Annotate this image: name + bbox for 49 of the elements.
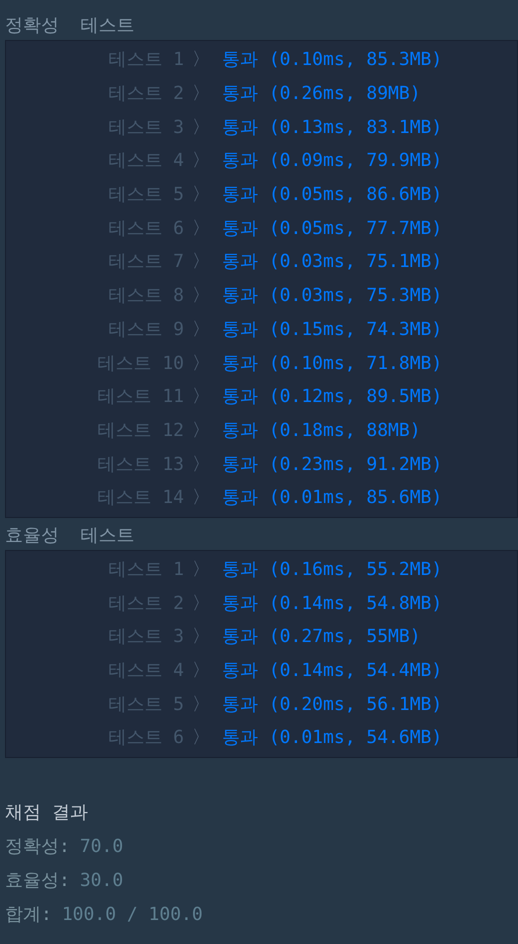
- test-result: 통과 (0.10ms, 71.8MB): [222, 352, 442, 376]
- section-title: 정확성 테스트: [4, 14, 136, 38]
- test-result: 통과 (0.18ms, 88MB): [222, 418, 421, 443]
- test-result: 통과 (0.16ms, 55.2MB): [222, 558, 442, 582]
- test-result: 통과 (0.12ms, 89.5MB): [222, 385, 442, 410]
- arrow-icon: 〉: [192, 80, 212, 108]
- arrow-icon: 〉: [192, 147, 212, 174]
- arrow-icon: 〉: [192, 657, 212, 684]
- score-value: 70.0: [80, 834, 124, 859]
- arrow-icon: 〉: [192, 383, 212, 410]
- test-result: 통과 (0.03ms, 75.1MB): [222, 250, 442, 274]
- arrow-icon: 〉: [192, 46, 212, 74]
- arrow-icon: 〉: [192, 181, 212, 208]
- test-result: 통과 (0.10ms, 85.3MB): [222, 48, 442, 72]
- score-value: 100.0 / 100.0: [62, 902, 203, 927]
- arrow-icon: 〉: [192, 350, 212, 377]
- arrow-icon: 〉: [192, 248, 212, 276]
- test-result: 통과 (0.03ms, 75.3MB): [222, 284, 442, 308]
- test-result: 통과 (0.09ms, 79.9MB): [222, 149, 442, 174]
- test-result: 통과 (0.14ms, 54.4MB): [222, 659, 442, 684]
- test-result: 통과 (0.26ms, 89MB): [222, 82, 421, 106]
- test-result: 통과 (0.05ms, 77.7MB): [222, 216, 442, 241]
- test-result: 통과 (0.15ms, 74.3MB): [222, 318, 442, 342]
- score-label: 정확성:: [5, 834, 70, 859]
- test-result: 통과 (0.23ms, 91.2MB): [222, 452, 442, 477]
- arrow-icon: 〉: [192, 556, 212, 583]
- arrow-icon: 〉: [192, 623, 212, 650]
- test-result: 통과 (0.01ms, 85.6MB): [222, 486, 442, 510]
- section-title: 효율성 테스트: [4, 524, 136, 548]
- test-result: 통과 (0.01ms, 54.6MB): [222, 726, 442, 750]
- arrow-icon: 〉: [192, 690, 212, 718]
- test-result: 통과 (0.27ms, 55MB): [222, 625, 421, 650]
- test-result: 통과 (0.14ms, 54.8MB): [222, 592, 442, 616]
- arrow-icon: 〉: [192, 416, 212, 444]
- test-result: 통과 (0.20ms, 56.1MB): [222, 692, 442, 717]
- summary-title: 채점 결과: [5, 800, 88, 825]
- arrow-icon: 〉: [192, 214, 212, 242]
- test-result: 통과 (0.13ms, 83.1MB): [222, 116, 442, 140]
- arrow-icon: 〉: [192, 450, 212, 478]
- score-label: 합계:: [5, 902, 52, 927]
- arrow-icon: 〉: [192, 484, 212, 512]
- arrow-icon: 〉: [192, 724, 212, 752]
- arrow-icon: 〉: [192, 114, 212, 141]
- test-result: 통과 (0.05ms, 86.6MB): [222, 183, 442, 208]
- arrow-icon: 〉: [192, 282, 212, 310]
- arrow-icon: 〉: [192, 316, 212, 343]
- score-value: 30.0: [80, 868, 124, 893]
- arrow-icon: 〉: [192, 590, 212, 617]
- score-label: 효율성:: [5, 868, 70, 893]
